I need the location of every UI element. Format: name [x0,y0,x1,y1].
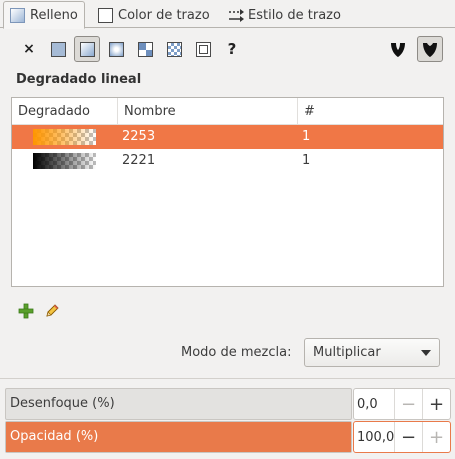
tab-fill-label: Relleno [30,7,78,23]
opacity-increment-button[interactable]: + [422,422,450,452]
blend-mode-label: Modo de mezcla: [181,345,292,360]
fill-icon [10,7,25,23]
gradient-swatch [33,129,96,145]
fill-rule-evenodd-button[interactable] [385,36,411,62]
gradient-count: 1 [302,153,311,168]
swatch-icon [166,41,182,57]
gradient-tools [18,303,60,319]
unset-icon: ? [227,40,237,58]
gradient-name: 2253 [122,129,156,144]
pattern-button[interactable] [132,36,158,62]
nonzero-icon [423,43,437,57]
blur-decrement-button[interactable]: − [394,389,422,419]
flat-color-icon [50,41,66,57]
gradient-table: Degradado Nombre # 2253 1 2221 1 [11,97,444,287]
opacity-value[interactable]: 100,0 [354,430,394,445]
blur-value[interactable]: 0,0 [354,397,394,412]
blur-label: Desenfoque (%) [10,396,115,411]
column-header-gradient[interactable]: Degradado [12,98,118,125]
tab-stroke-paint[interactable]: Color de trazo [92,2,216,28]
table-row[interactable]: 2253 1 [12,125,443,149]
blur-row: Desenfoque (%) 0,0 − + [5,388,451,420]
tab-stroke-style-label: Estilo de trazo [248,7,341,23]
unset-paint-button[interactable]: ? [219,36,245,62]
tab-fill[interactable]: Relleno [3,1,85,29]
add-gradient-button[interactable] [18,303,34,319]
plus-icon [18,303,34,319]
blur-increment-button[interactable]: + [422,389,450,419]
mesh-icon [195,41,211,57]
linear-gradient-icon [79,41,95,57]
gradient-name: 2221 [122,153,156,168]
stroke-style-icon [228,8,244,23]
opacity-spinbox: 100,0 − + [353,421,451,453]
chevron-down-icon [421,350,431,356]
linear-gradient-button[interactable] [74,36,100,62]
gradient-count: 1 [302,129,311,144]
mesh-button[interactable] [190,36,216,62]
gradient-swatch [33,153,96,169]
section-title: Degradado lineal [16,72,142,87]
no-paint-icon: × [23,41,35,57]
column-header-count[interactable]: # [298,98,438,125]
evenodd-icon [391,43,405,57]
table-header: Degradado Nombre # [12,98,443,125]
pattern-icon [137,41,153,57]
tab-bar: Relleno Color de trazo Estilo de trazo [0,0,455,29]
pencil-icon [46,304,59,317]
opacity-decrement-button[interactable]: − [394,422,422,452]
table-row[interactable]: 2221 1 [12,149,443,173]
opacity-row: Opacidad (%) 100,0 − + [5,421,451,453]
opacity-label: Opacidad (%) [10,429,99,444]
radial-gradient-button[interactable] [103,36,129,62]
fill-rule-toolbar [385,36,443,62]
swatch-button[interactable] [161,36,187,62]
edit-gradient-button[interactable] [44,303,60,319]
stroke-paint-icon [98,7,113,23]
blend-mode-value: Multiplicar [313,345,381,360]
blur-slider[interactable]: Desenfoque (%) [5,388,352,420]
blend-mode-select[interactable]: Multiplicar [304,338,440,367]
no-paint-button[interactable]: × [16,36,42,62]
opacity-slider[interactable]: Opacidad (%) [5,421,352,453]
tab-stroke-paint-label: Color de trazo [118,7,210,23]
flat-color-button[interactable] [45,36,71,62]
tab-stroke-style[interactable]: Estilo de trazo [222,2,347,28]
fill-rule-nonzero-button[interactable] [417,36,443,62]
column-header-name[interactable]: Nombre [118,98,298,125]
paint-type-toolbar: × ? [16,36,248,62]
divider [0,378,455,379]
radial-gradient-icon [108,41,124,57]
blur-spinbox: 0,0 − + [353,388,451,420]
